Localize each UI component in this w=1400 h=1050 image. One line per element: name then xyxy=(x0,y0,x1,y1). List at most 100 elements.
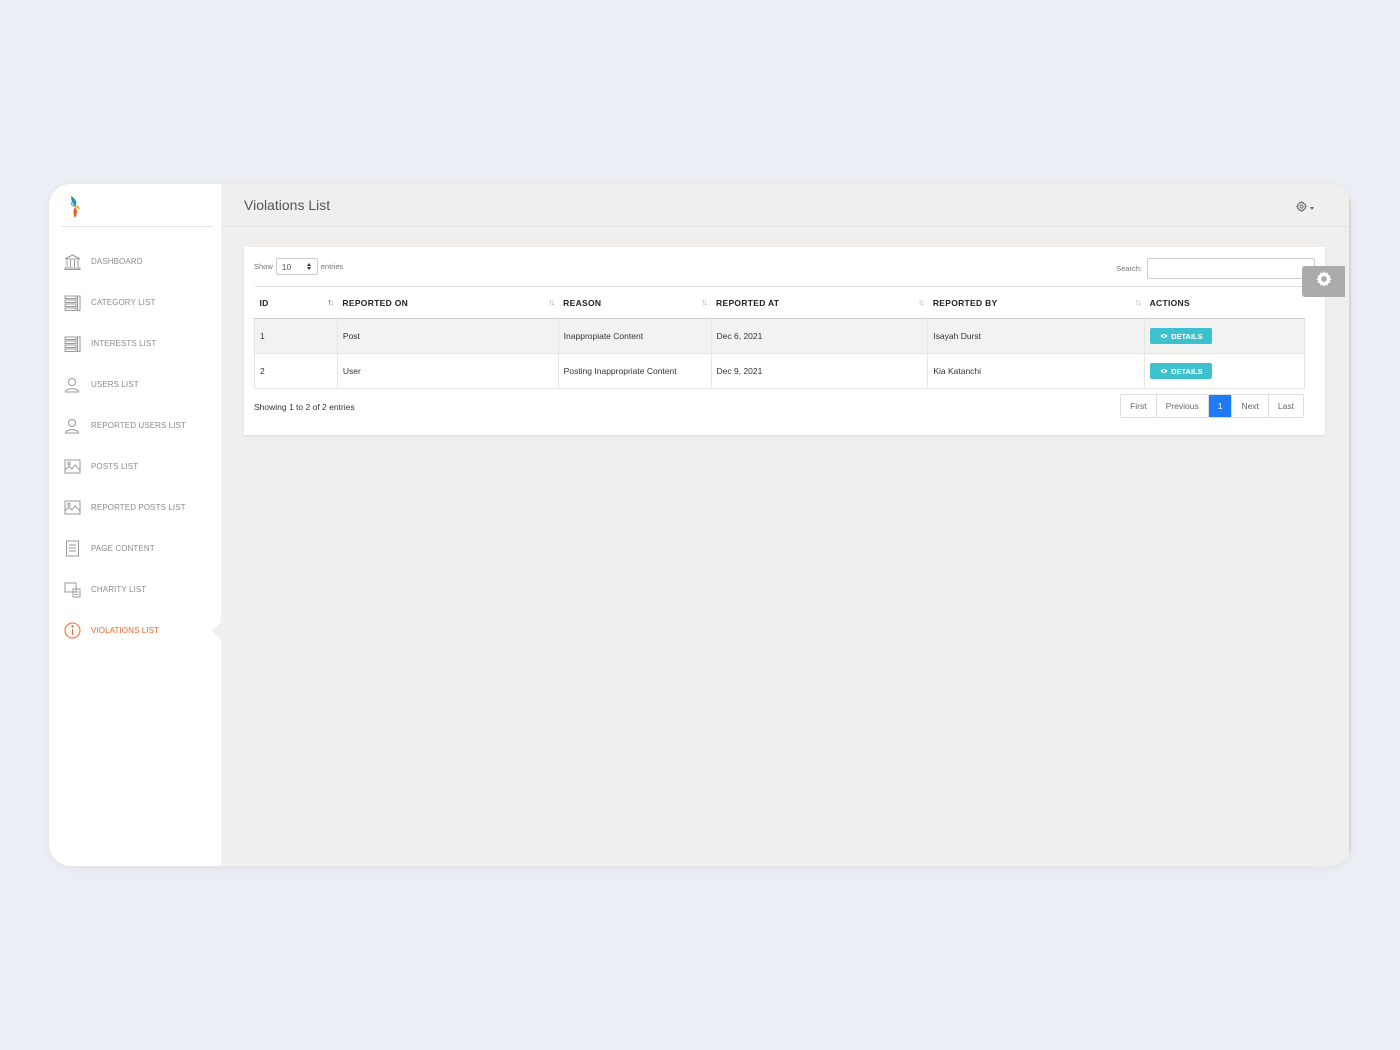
sidebar-item-label: DASHBOARD xyxy=(91,257,143,266)
pagination-next-button[interactable]: Next xyxy=(1232,395,1269,417)
sidebar-item-category-list[interactable]: CATEGORY LIST xyxy=(49,282,221,323)
cell-reported-by: Isayah Durst xyxy=(927,318,1146,354)
sidebar-item-label: PAGE CONTENT xyxy=(91,544,155,553)
user-icon xyxy=(63,417,81,435)
select-arrows-icon xyxy=(306,263,311,270)
sidebar-item-label: CATEGORY LIST xyxy=(91,298,156,307)
sidebar-item-violations-list[interactable]: VIOLATIONS LIST xyxy=(49,610,221,651)
logo-area xyxy=(61,184,212,227)
cell-reported-at: Dec 6, 2021 xyxy=(711,318,929,354)
caret-down-icon xyxy=(1310,206,1314,210)
column-header-reported-on[interactable]: REPORTED ON ↑↓ xyxy=(337,286,559,319)
sidebar-item-page-content[interactable]: PAGE CONTENT xyxy=(49,528,221,569)
settings-dropdown[interactable] xyxy=(1295,199,1314,217)
document-icon xyxy=(63,540,81,558)
entries-select[interactable]: 10 xyxy=(275,258,318,275)
column-header-label: ACTIONS xyxy=(1149,297,1190,308)
show-label: Show xyxy=(254,262,273,271)
eye-icon xyxy=(1160,369,1168,373)
app-window: DASHBOARD CATEGORY LIST INTERESTS LIST U… xyxy=(49,184,1351,866)
sidebar-item-label: REPORTED USERS LIST xyxy=(91,421,187,430)
search-label: Search: xyxy=(1116,264,1142,273)
column-header-label: REPORTED AT xyxy=(716,297,780,308)
info-icon xyxy=(63,622,81,640)
column-header-label: REASON xyxy=(563,297,602,308)
top-bar: Violations List xyxy=(221,184,1351,227)
table-row: 2 User Posting Inappropriate Content Dec… xyxy=(254,353,1305,389)
gear-icon xyxy=(1295,199,1308,217)
sort-icon: ↑↓ xyxy=(1134,297,1142,307)
entries-label: entries xyxy=(320,262,344,271)
cell-actions: DETAILS xyxy=(1144,353,1305,389)
column-header-label: ID xyxy=(259,297,269,308)
gear-icon xyxy=(1315,270,1333,293)
entries-select-value: 10 xyxy=(281,261,292,272)
details-button-label: DETAILS xyxy=(1171,366,1203,376)
violations-table: ID ↑↓ REPORTED ON ↑↓ REASON ↑↓ REPORTED AT ↑… xyxy=(254,286,1305,389)
pagination-previous-button[interactable]: Previous xyxy=(1156,395,1209,417)
image-icon xyxy=(63,499,81,517)
pagination-first-button[interactable]: First xyxy=(1121,395,1157,417)
sidebar-item-dashboard[interactable]: DASHBOARD xyxy=(49,241,221,282)
eye-icon xyxy=(1160,334,1168,338)
cell-id: 2 xyxy=(254,353,338,389)
column-header-id[interactable]: ID ↑↓ xyxy=(254,286,338,319)
cell-reported-on: Post xyxy=(337,318,559,354)
column-header-label: REPORTED BY xyxy=(932,297,998,308)
search-control: Search: xyxy=(1116,258,1315,279)
details-button[interactable]: DETAILS xyxy=(1150,363,1212,379)
table-info: Showing 1 to 2 of 2 entries xyxy=(254,402,355,412)
sidebar-item-label: REPORTED POSTS LIST xyxy=(91,503,186,512)
column-header-label: REPORTED ON xyxy=(342,297,409,308)
list-icon xyxy=(63,335,81,353)
sidebar-item-users-list[interactable]: USERS LIST xyxy=(49,364,221,405)
sidebar-item-reported-posts-list[interactable]: REPORTED POSTS LIST xyxy=(49,487,221,528)
scrollbar-edge[interactable] xyxy=(1349,184,1351,866)
sidebar-item-label: USERS LIST xyxy=(91,380,139,389)
entries-length-control: Show 10 entries xyxy=(254,258,343,275)
cell-reported-by: Kia Katanchi xyxy=(927,353,1146,389)
page-title: Violations List xyxy=(244,197,331,213)
sort-icon: ↑↓ xyxy=(701,297,708,307)
sidebar-nav: DASHBOARD CATEGORY LIST INTERESTS LIST U… xyxy=(49,241,221,651)
sort-icon: ↑↓ xyxy=(327,297,334,307)
cell-reason: Posting Inappropriate Content xyxy=(558,353,712,389)
cell-reason: Inappropiate Content xyxy=(558,318,712,354)
column-header-reported-by[interactable]: REPORTED BY ↑↓ xyxy=(927,286,1145,319)
details-button-label: DETAILS xyxy=(1171,331,1203,341)
sidebar-item-label: INTERESTS LIST xyxy=(91,339,157,348)
brand-logo[interactable] xyxy=(67,195,83,219)
pagination-last-button[interactable]: Last xyxy=(1268,395,1303,417)
sidebar-item-label: CHARITY LIST xyxy=(91,585,147,594)
sidebar-item-label: VIOLATIONS LIST xyxy=(91,626,160,635)
table-header-row: ID ↑↓ REPORTED ON ↑↓ REASON ↑↓ REPORTED AT ↑… xyxy=(254,286,1305,319)
column-header-actions: ACTIONS xyxy=(1144,286,1305,319)
sidebar-item-posts-list[interactable]: POSTS LIST xyxy=(49,446,221,487)
sidebar-item-interests-list[interactable]: INTERESTS LIST xyxy=(49,323,221,364)
sort-icon: ↑↓ xyxy=(548,297,555,307)
search-input[interactable] xyxy=(1147,258,1315,279)
details-button[interactable]: DETAILS xyxy=(1150,328,1212,344)
pagination: First Previous 1 Next Last xyxy=(1120,394,1304,418)
main-content: Violations List Show 10 entries Search: … xyxy=(221,184,1351,866)
sidebar-item-label: POSTS LIST xyxy=(91,462,139,471)
column-header-reason[interactable]: REASON ↑↓ xyxy=(558,286,712,319)
sidebar: DASHBOARD CATEGORY LIST INTERESTS LIST U… xyxy=(49,184,221,866)
column-header-reported-at[interactable]: REPORTED AT ↑↓ xyxy=(711,286,928,319)
cell-id: 1 xyxy=(254,318,338,354)
sort-icon: ↑↓ xyxy=(917,297,925,307)
image-icon xyxy=(63,458,81,476)
list-icon xyxy=(63,294,81,312)
sidebar-item-charity-list[interactable]: CHARITY LIST xyxy=(49,569,221,610)
cell-reported-at: Dec 9, 2021 xyxy=(711,353,929,389)
bank-icon xyxy=(63,253,81,271)
pagination-page-button[interactable]: 1 xyxy=(1208,395,1233,417)
cell-reported-on: User xyxy=(337,353,559,389)
table-row: 1 Post Inappropiate Content Dec 6, 2021 … xyxy=(254,318,1305,354)
user-icon xyxy=(63,376,81,394)
theme-settings-button[interactable] xyxy=(1302,266,1345,297)
charity-icon xyxy=(63,581,81,599)
violations-table-panel: Show 10 entries Search: ID ↑↓ REPORTED O… xyxy=(244,247,1325,435)
cell-actions: DETAILS xyxy=(1144,318,1305,354)
sidebar-item-reported-users-list[interactable]: REPORTED USERS LIST xyxy=(49,405,221,446)
